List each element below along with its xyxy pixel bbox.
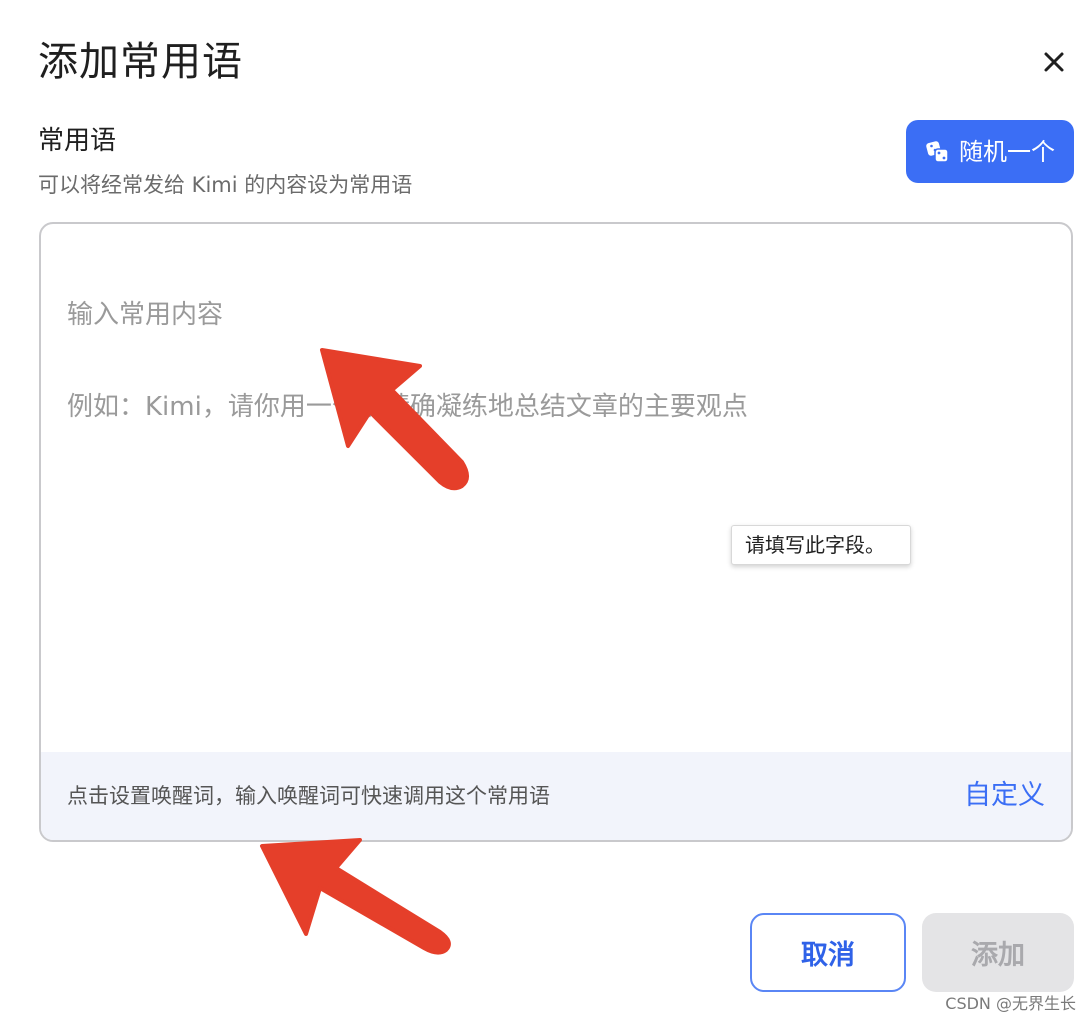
phrase-editor: 输入常用内容 例如：Kimi，请你用一句话精确凝练地总结文章的主要观点 点击设置… [39, 222, 1073, 842]
watermark: CSDN @无界生长 [945, 994, 1076, 1013]
dice-icon [926, 140, 949, 163]
add-button[interactable]: 添加 [922, 913, 1074, 992]
random-phrase-button[interactable]: 随机一个 [906, 120, 1074, 183]
wake-word-hint: 点击设置唤醒词，输入唤醒词可快速调用这个常用语 [67, 784, 550, 808]
customize-wake-word-link[interactable]: 自定义 [964, 779, 1045, 813]
annotation-arrow-lower [260, 838, 451, 955]
cancel-button[interactable]: 取消 [750, 913, 906, 992]
placeholder-line-2: 例如：Kimi，请你用一句话精确凝练地总结文章的主要观点 [67, 392, 748, 422]
close-button[interactable] [1036, 44, 1072, 80]
wake-word-bar: 点击设置唤醒词，输入唤醒词可快速调用这个常用语 自定义 [41, 752, 1071, 840]
phrase-section-description: 可以将经常发给 Kimi 的内容设为常用语 [38, 173, 413, 197]
random-phrase-label: 随机一个 [959, 137, 1055, 166]
close-icon [1044, 52, 1064, 72]
phrase-section-label: 常用语 [38, 126, 117, 156]
dialog-title: 添加常用语 [38, 39, 243, 85]
validation-tooltip: 请填写此字段。 [731, 525, 911, 565]
placeholder-line-1: 输入常用内容 [67, 300, 224, 330]
phrase-content-input[interactable]: 输入常用内容 例如：Kimi，请你用一句话精确凝练地总结文章的主要观点 [41, 224, 1071, 754]
add-phrase-dialog: 添加常用语 常用语 可以将经常发给 Kimi 的内容设为常用语 随机一个 输入常… [0, 0, 1090, 1022]
